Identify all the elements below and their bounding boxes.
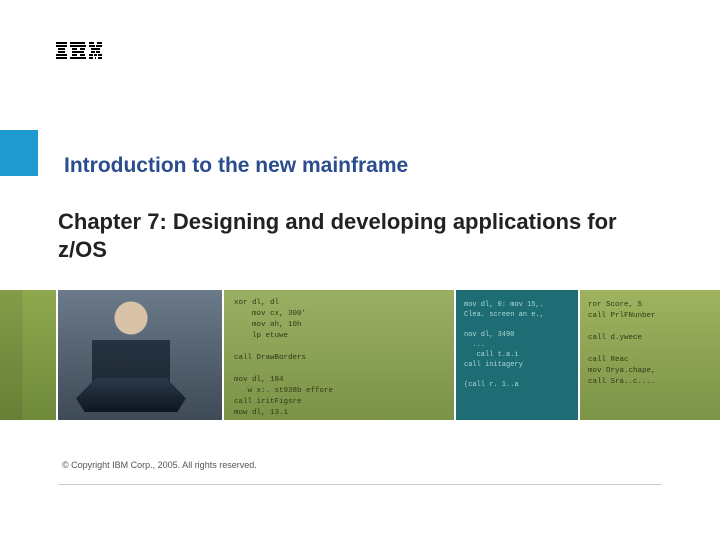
- decor-panel-code-sliver: [0, 290, 56, 420]
- course-title: Introduction to the new mainframe: [64, 154, 408, 178]
- decorative-image-strip: xor dl, dl mov cx, 300' mov ah, 10h lp e…: [0, 290, 720, 420]
- footer-divider: [58, 484, 662, 485]
- decor-panel-photo: [58, 290, 222, 420]
- copyright-text: © Copyright IBM Corp., 2005. All rights …: [62, 460, 257, 470]
- chapter-title: Chapter 7: Designing and developing appl…: [58, 208, 650, 263]
- decor-panel-code-green-2: ror Score, S call PrlFNunber call d.ywec…: [580, 290, 720, 420]
- decor-panel-code-teal: mov dl, 0: mov 15,. Clea. screen an e., …: [456, 290, 578, 420]
- decor-panel-code-green: xor dl, dl mov cx, 300' mov ah, 10h lp e…: [224, 290, 454, 420]
- accent-tab: [0, 130, 38, 176]
- ibm-logo: [56, 42, 102, 60]
